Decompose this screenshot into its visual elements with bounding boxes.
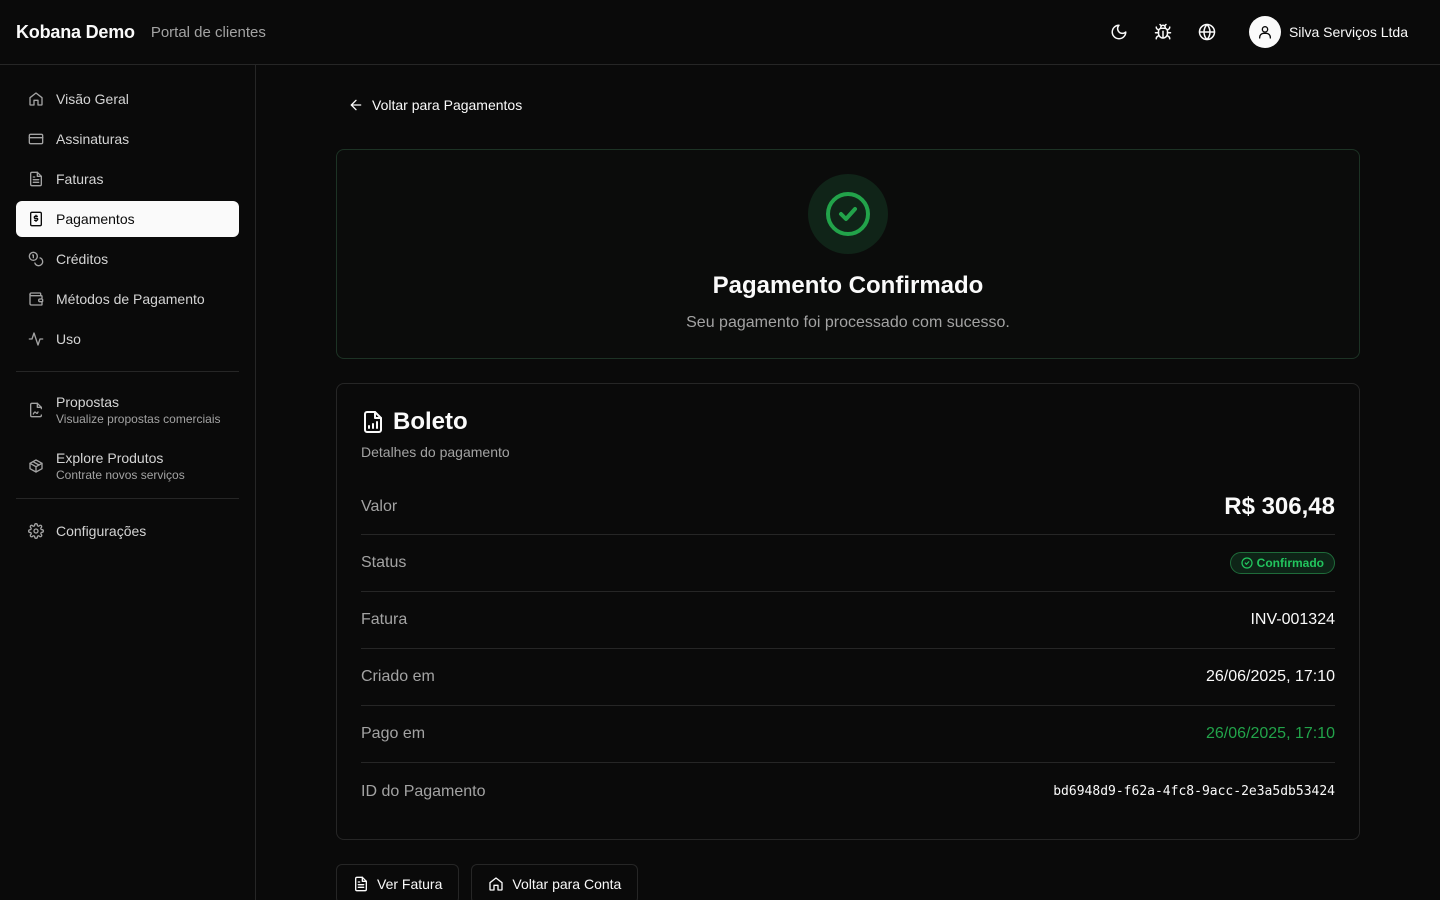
sidebar-item-label: Visão Geral [56,91,129,107]
sidebar-item-label: Pagamentos [56,211,135,227]
payment-details-card: Boleto Detalhes do pagamento Valor R$ 30… [336,383,1360,840]
sidebar-item-visao-geral[interactable]: Visão Geral [16,81,239,117]
detail-row-valor: Valor R$ 306,48 [361,480,1335,535]
detail-row-status: Status Confirmado [361,535,1335,592]
view-invoice-button[interactable]: Ver Fatura [336,864,460,900]
globe-icon[interactable] [1189,14,1225,50]
sidebar-item-metodos-pagamento[interactable]: Métodos de Pagamento [16,281,239,317]
file-text-icon [28,171,44,187]
detail-row-payment-id: ID do Pagamento bd6948d9-f62a-4fc8-9acc-… [361,763,1335,820]
detail-label: Status [361,554,407,571]
sidebar-item-explore-produtos[interactable]: Explore Produtos Contrate novos serviços [16,442,239,490]
sidebar-item-configuracoes[interactable]: Configurações [16,513,239,549]
sidebar-item-label: Assinaturas [56,131,130,147]
detail-label: Fatura [361,611,408,628]
credit-card-icon [28,131,44,147]
status-text: Confirmado [1256,556,1324,570]
sidebar-item-label: Configurações [56,523,147,539]
sidebar-item-uso[interactable]: Uso [16,321,239,357]
brand-name[interactable]: Kobana Demo [16,22,135,43]
portal-subtitle: Portal de clientes [150,23,266,41]
bug-icon[interactable] [1145,14,1181,50]
package-icon [28,458,44,474]
explore-text: Explore Produtos Contrate novos serviços [56,450,185,482]
propostas-title: Propostas [56,394,120,410]
propostas-subtitle: Visualize propostas comerciais [56,412,221,426]
file-text-icon [353,876,369,892]
details-subtitle: Detalhes do pagamento [361,444,510,460]
user-menu[interactable]: Silva Serviços Ltda [1248,16,1408,48]
sidebar-item-label: Faturas [56,171,104,187]
action-buttons: Ver Fatura Voltar para Conta [336,864,650,900]
explore-title: Explore Produtos [56,450,164,466]
detail-row-fatura: Fatura INV-001324 [361,592,1335,649]
top-bar: Kobana Demo Portal de clientes Silva Ser… [0,0,1440,65]
sidebar-divider [16,498,239,499]
file-signature-icon [28,402,44,418]
activity-icon [28,331,44,347]
success-badge [808,174,888,254]
details-header: Boleto [361,408,1335,436]
moon-icon[interactable] [1101,14,1137,50]
detail-label: ID do Pagamento [361,782,486,800]
detail-label: Criado em [361,668,435,685]
sidebar-item-creditos[interactable]: Créditos [16,241,239,277]
top-actions: Silva Serviços Ltda [1093,0,1408,64]
user-icon [1258,26,1271,39]
payment-confirmed-card: Pagamento Confirmado Seu pagamento foi p… [336,149,1360,359]
detail-label: Pago em [361,725,426,742]
view-invoice-label: Ver Fatura [377,876,443,892]
coins-icon [28,251,44,267]
sidebar: Visão Geral Assinaturas Faturas Pagament… [0,65,256,900]
check-circle-icon [826,192,870,236]
gear-icon [28,523,44,539]
details-title: Boleto [393,408,468,435]
back-to-account-button[interactable]: Voltar para Conta [471,864,639,900]
file-chart-icon [361,410,385,434]
created-at-value: 26/06/2025, 17:10 [1205,668,1335,685]
home-icon [28,91,44,107]
success-title: Pagamento Confirmado [712,272,984,299]
success-subtitle: Seu pagamento foi processado com sucesso… [686,314,1010,331]
sidebar-item-label: Créditos [56,251,109,267]
detail-label: Valor [361,498,398,515]
back-to-payments-link[interactable]: Voltar para Pagamentos [348,97,522,113]
avatar [1248,16,1281,48]
home-icon [488,876,504,892]
wallet-icon [28,291,44,307]
back-to-account-label: Voltar para Conta [512,876,622,892]
sidebar-item-assinaturas[interactable]: Assinaturas [16,121,239,157]
detail-row-criado-em: Criado em 26/06/2025, 17:10 [361,649,1335,706]
check-circle-icon [1241,557,1253,569]
propostas-text: Propostas Visualize propostas comerciais [56,394,221,426]
payment-id-value: bd6948d9-f62a-4fc8-9acc-2e3a5db53424 [1053,784,1335,799]
invoice-value: INV-001324 [1250,611,1335,628]
sidebar-item-label: Métodos de Pagamento [56,291,205,307]
back-link-label: Voltar para Pagamentos [372,97,523,113]
arrow-left-icon [348,97,364,113]
detail-row-pago-em: Pago em 26/06/2025, 17:10 [361,706,1335,763]
sidebar-item-label: Uso [56,331,81,347]
user-name: Silva Serviços Ltda [1288,24,1408,40]
sidebar-divider [16,371,239,372]
details-rows: Valor R$ 306,48 Status Confirmado Fatura… [361,480,1335,820]
sidebar-item-faturas[interactable]: Faturas [16,161,239,197]
receipt-dollar-icon [28,211,44,227]
main-content: Voltar para Pagamentos Pagamento Confirm… [256,65,1440,900]
sidebar-item-pagamentos[interactable]: Pagamentos [16,201,239,237]
status-badge: Confirmado [1229,552,1335,574]
amount-value: R$ 306,48 [1224,493,1335,520]
paid-at-value: 26/06/2025, 17:10 [1205,725,1335,742]
explore-subtitle: Contrate novos serviços [56,468,185,482]
sidebar-item-propostas[interactable]: Propostas Visualize propostas comerciais [16,386,239,434]
